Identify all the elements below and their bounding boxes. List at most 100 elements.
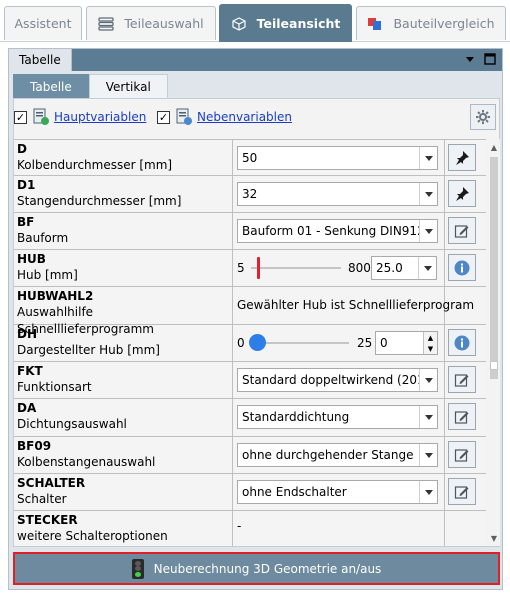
hubwahl-value: Gewählter Hub ist Schnelllieferprogram xyxy=(237,298,475,312)
dh-slider-track[interactable] xyxy=(253,342,349,344)
row-name-cell: D1 Stangendurchmesser [mm] xyxy=(14,176,233,212)
variable-description: Stangendurchmesser [mm] xyxy=(17,194,182,208)
variable-name: SCHALTER xyxy=(17,476,86,490)
variable-name: DA xyxy=(17,401,37,415)
table-row: HUBWAHL2 Auswahlhilfe Schnelllieferprogra… xyxy=(14,287,486,336)
row-value-cell: Standarddichtung xyxy=(233,399,445,436)
select-value: 32 xyxy=(242,187,258,201)
table-row: DA Dichtungsauswahl Standarddichtung xyxy=(14,399,486,437)
pin-icon xyxy=(456,150,469,165)
dichtungsauswahl-select[interactable]: Standarddichtung xyxy=(237,405,438,429)
vertical-scrollbar[interactable]: ▲ ▼ xyxy=(488,139,500,546)
maximize-icon[interactable] xyxy=(483,52,497,66)
info-button[interactable] xyxy=(448,329,476,356)
row-value-cell: Gewählter Hub ist Schnelllieferprogram xyxy=(233,287,474,324)
chevron-down-icon xyxy=(419,220,437,242)
view-tabs: Tabelle Vertikal xyxy=(13,74,168,98)
main-variables-checkbox[interactable]: ✓ xyxy=(14,111,27,124)
scrollbar-marker xyxy=(490,361,498,370)
stepper-up-icon[interactable]: ▲ xyxy=(423,332,437,343)
edit-button[interactable] xyxy=(448,403,476,430)
funktionsart-select[interactable]: Standard doppeltwirkend (201) xyxy=(237,368,438,392)
select-value: Standarddichtung xyxy=(242,410,350,424)
stangendurchmesser-select[interactable]: 32 xyxy=(237,182,438,206)
edit-icon xyxy=(454,410,469,424)
row-name-cell: SCHALTER Schalter xyxy=(14,474,233,510)
row-name-cell: D Kolbendurchmesser [mm] xyxy=(14,140,233,175)
row-action-cell xyxy=(445,140,486,175)
dh-slider-thumb[interactable] xyxy=(249,334,266,351)
row-action-cell xyxy=(445,250,486,286)
slider-min-label: 0 xyxy=(237,336,245,350)
edit-button[interactable] xyxy=(448,366,476,393)
table-row: D Kolbendurchmesser [mm] 50 xyxy=(14,140,486,176)
variable-description: Dichtungsauswahl xyxy=(17,417,127,431)
scroll-up-icon[interactable]: ▲ xyxy=(488,141,500,153)
panel-header: Tabelle xyxy=(9,49,502,71)
variable-name: BF09 xyxy=(17,439,52,453)
row-name-cell: BF Bauform xyxy=(14,213,233,249)
kolbenstangenauswahl-select[interactable]: ohne durchgehender Stange xyxy=(237,443,438,467)
select-value: 25.0 xyxy=(376,261,403,275)
scrollbar-thumb[interactable] xyxy=(490,157,498,379)
row-name-cell: DA Dichtungsauswahl xyxy=(14,399,233,436)
row-action-cell xyxy=(445,287,486,324)
variable-description: Schalter xyxy=(17,492,67,506)
table-row: FKT Funktionsart Standard doppeltwirkend … xyxy=(14,362,486,399)
hub-slider-thumb[interactable] xyxy=(257,257,261,279)
gear-icon xyxy=(476,110,490,124)
tab-tabelle[interactable]: Tabelle xyxy=(13,74,89,98)
settings-button[interactable] xyxy=(470,104,496,130)
select-value: Standard doppeltwirkend (201) xyxy=(242,373,422,387)
schalter-select[interactable]: ohne Endschalter xyxy=(237,480,438,504)
secondary-variables-link[interactable]: Nebenvariablen xyxy=(197,110,292,124)
tab-teileauswahl[interactable]: Teileauswahl xyxy=(86,6,216,40)
tab-teileauswahl-label: Teileauswahl xyxy=(124,16,204,31)
variable-description: Bauform xyxy=(17,231,69,245)
row-name-cell: FKT Funktionsart xyxy=(14,362,233,398)
variable-name: HUBWAHL2 xyxy=(17,289,94,303)
dh-value-stepper[interactable]: 0 ▲ ▼ xyxy=(375,331,438,355)
tab-assistent-label: Assistent xyxy=(14,16,72,31)
secondary-variables-checkbox[interactable]: ✓ xyxy=(157,111,170,124)
row-value-cell: 0 25 0 ▲ ▼ xyxy=(233,325,445,361)
table-row: D1 Stangendurchmesser [mm] 32 xyxy=(14,176,486,213)
table-row: STECKER weitere Schalteroptionen - xyxy=(14,511,486,546)
main-variables-link[interactable]: Hauptvariablen xyxy=(54,110,146,124)
kolbendurchmesser-select[interactable]: 50 xyxy=(237,146,438,170)
info-button[interactable] xyxy=(448,254,476,281)
row-value-cell: Bauform 01 - Senkung DIN912 vor xyxy=(233,213,445,249)
row-action-cell xyxy=(445,176,486,212)
app-window: Assistent Teileauswahl Teileansicht Baut… xyxy=(0,0,510,594)
row-action-cell xyxy=(445,362,486,398)
tab-vertikal[interactable]: Vertikal xyxy=(88,74,168,98)
row-action-cell xyxy=(445,511,486,546)
stepper-value: 0 xyxy=(380,336,388,350)
edit-button[interactable] xyxy=(448,217,476,244)
hub-value-select[interactable]: 25.0 xyxy=(371,256,437,280)
row-action-cell xyxy=(445,213,486,249)
row-value-cell: - xyxy=(233,511,445,546)
pin-button[interactable] xyxy=(448,180,476,207)
stepper-down-icon[interactable]: ▼ xyxy=(423,343,437,354)
select-value: ohne Endschalter xyxy=(242,485,347,499)
edit-button[interactable] xyxy=(448,478,476,505)
hub-slider-track[interactable] xyxy=(251,267,341,269)
table-panel: Tabelle Tabelle Vertikal ✓ Hauptvariable… xyxy=(8,48,503,590)
pin-icon xyxy=(456,186,469,201)
row-name-cell: BF09 Kolbenstangenauswahl xyxy=(14,437,233,473)
table-row: HUB Hub [mm] 5 800 25.0 xyxy=(14,250,486,287)
tab-teileansicht[interactable]: Teileansicht xyxy=(219,4,352,42)
bauform-select[interactable]: Bauform 01 - Senkung DIN912 vor xyxy=(237,219,438,243)
variable-name: HUB xyxy=(17,252,46,266)
scroll-down-icon[interactable]: ▼ xyxy=(488,532,500,544)
pin-button[interactable] xyxy=(448,144,476,171)
tab-assistent[interactable]: Assistent xyxy=(4,6,82,40)
edit-button[interactable] xyxy=(448,441,476,468)
variable-name: D xyxy=(17,142,27,156)
recalculate-3d-button[interactable]: Neuberechnung 3D Geometrie an/aus xyxy=(13,552,500,585)
tab-bauteilvergleich[interactable]: Bauteilvergleich xyxy=(356,6,506,40)
select-value: 50 xyxy=(242,151,258,165)
dropdown-arrow-icon[interactable] xyxy=(463,52,477,66)
chevron-down-icon xyxy=(419,147,437,169)
